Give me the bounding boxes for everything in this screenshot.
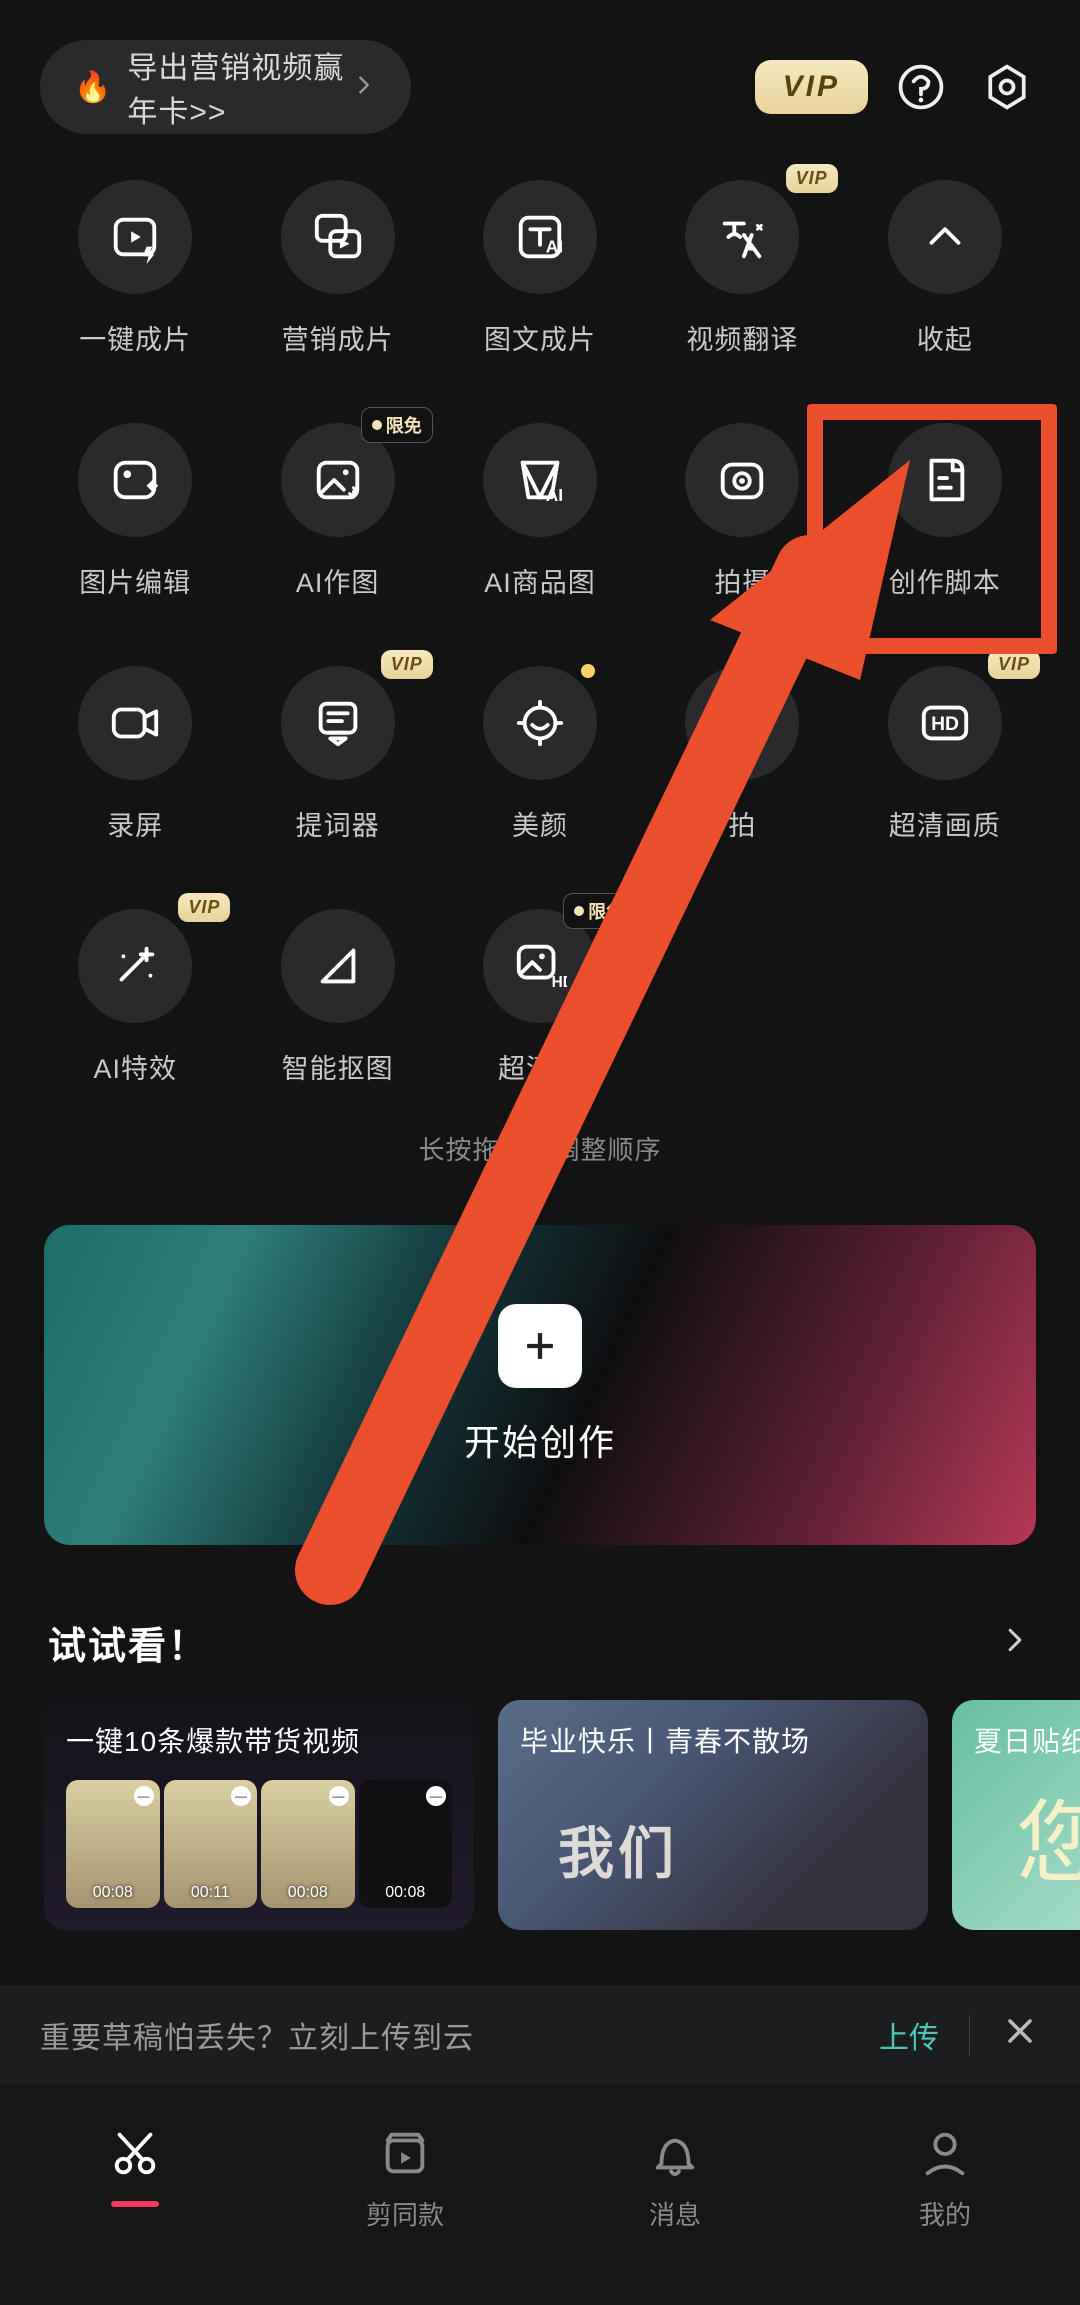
card-title: 一键10条爆款带货视频 (66, 1720, 452, 1760)
thumb: —00:08 (261, 1780, 355, 1908)
beauty-icon (483, 666, 597, 780)
tool-wand[interactable]: VIP AI特效 (34, 903, 236, 1086)
chevron-right-icon (351, 72, 377, 103)
try-more-button[interactable] (998, 1623, 1032, 1662)
image-edit-icon (78, 423, 192, 537)
thumbs: —00:08—00:11—00:08—00:08 (66, 1780, 452, 1908)
nav-label: 消息 (649, 2195, 701, 2232)
tool-label: 超清画质 (889, 804, 1001, 843)
try-card-2[interactable]: 夏日贴纸 (952, 1700, 1080, 1930)
vip-badge[interactable]: VIP (755, 60, 868, 114)
cutout-icon (281, 909, 395, 1023)
fire-icon: 🔥 (74, 70, 111, 105)
translate-icon (685, 180, 799, 294)
tool-label: 拍 (728, 804, 756, 843)
card-title: 毕业快乐丨青春不散场 (520, 1720, 906, 1760)
vip-tag: VIP (178, 893, 230, 922)
face-icon (685, 666, 799, 780)
tool-label: 超清图 (498, 1047, 582, 1086)
divider (969, 2015, 970, 2055)
chevron-up-icon (888, 180, 1002, 294)
text-ai-icon (483, 180, 597, 294)
camera-icon (685, 423, 799, 537)
tool-label: 拍摄 (714, 561, 770, 600)
promo-pill[interactable]: 🔥 导出营销视频赢年卡>> (40, 40, 411, 134)
tool-camera[interactable]: 拍摄 (641, 417, 843, 600)
copy-play-icon (281, 180, 395, 294)
tool-image-hd[interactable]: 限免 超清图 (439, 903, 641, 1086)
play-lightning-icon (78, 180, 192, 294)
tool-label: 提词器 (296, 804, 380, 843)
tool-image-spark[interactable]: 限免 AI作图 (236, 417, 438, 600)
tool-beauty[interactable]: 美颜 (439, 660, 641, 843)
banner-text: 重要草稿怕丢失？立刻上传到云 (40, 2013, 474, 2057)
vip-tag: VIP (786, 164, 838, 193)
vip-tag: VIP (381, 650, 433, 679)
tool-label: 录屏 (107, 804, 163, 843)
upload-button[interactable]: 上传 (879, 2013, 939, 2057)
nav-label: 我的 (919, 2195, 971, 2232)
tool-label: 智能抠图 (282, 1047, 394, 1086)
tool-label: AI商品图 (484, 561, 596, 600)
tool-label: 图片编辑 (79, 561, 191, 600)
script-icon (888, 423, 1002, 537)
shop-ai-icon (483, 423, 597, 537)
thumb: —00:11 (164, 1780, 258, 1908)
profile-icon (918, 2127, 972, 2181)
settings-button[interactable] (974, 54, 1040, 120)
tool-teleprompter[interactable]: VIP 提词器 (236, 660, 438, 843)
try-title: 试试看！ (48, 1615, 208, 1670)
teleprompter-icon (281, 666, 395, 780)
tool-label: AI特效 (93, 1047, 177, 1086)
tool-script[interactable]: 创作脚本 (844, 417, 1046, 600)
try-card-1[interactable]: 毕业快乐丨青春不散场 (498, 1700, 928, 1930)
tool-label: 创作脚本 (889, 561, 1001, 600)
tool-label: 视频翻译 (686, 318, 798, 357)
tool-face[interactable]: 拍 (641, 660, 843, 843)
start-create-card[interactable]: 开始创作 (44, 1225, 1036, 1545)
nav-template[interactable]: 剪同款 (270, 2085, 540, 2305)
vip-tag: VIP (988, 650, 1040, 679)
notification-dot (581, 664, 595, 678)
template-icon (378, 2127, 432, 2181)
close-banner-button[interactable] (1000, 2011, 1040, 2059)
upload-banner: 重要草稿怕丢失？立刻上传到云 上传 (0, 1985, 1080, 2085)
tool-translate[interactable]: VIP 视频翻译 (641, 174, 843, 357)
tool-image-edit[interactable]: 图片编辑 (34, 417, 236, 600)
tool-label: 营销成片 (282, 318, 394, 357)
wand-icon (78, 909, 192, 1023)
nav-bell[interactable]: 消息 (540, 2085, 810, 2305)
tool-copy-play[interactable]: 营销成片 (236, 174, 438, 357)
nav-profile[interactable]: 我的 (810, 2085, 1080, 2305)
nav-cut[interactable] (0, 2085, 270, 2305)
bell-icon (648, 2127, 702, 2181)
tool-text-ai[interactable]: 图文成片 (439, 174, 641, 357)
thumb: —00:08 (66, 1780, 160, 1908)
cut-icon (108, 2127, 162, 2181)
try-card-0[interactable]: 一键10条爆款带货视频—00:08—00:11—00:08—00:08 (44, 1700, 474, 1930)
tool-record[interactable]: 录屏 (34, 660, 236, 843)
start-create-label: 开始创作 (464, 1414, 616, 1466)
tool-shop-ai[interactable]: AI商品图 (439, 417, 641, 600)
tool-cutout[interactable]: 智能抠图 (236, 903, 438, 1086)
nav-label: 剪同款 (366, 2195, 444, 2232)
tool-label: AI作图 (296, 561, 380, 600)
free-tag: 限免 (361, 407, 433, 443)
free-tag: 限免 (563, 893, 635, 929)
tool-play-lightning[interactable]: 一键成片 (34, 174, 236, 357)
tool-label: 图文成片 (484, 318, 596, 357)
tool-label: 收起 (917, 318, 973, 357)
card-title: 夏日贴纸 (974, 1720, 1080, 1760)
tool-label: 一键成片 (79, 318, 191, 357)
tool-chevron-up[interactable]: 收起 (844, 174, 1046, 357)
hd-icon (888, 666, 1002, 780)
record-icon (78, 666, 192, 780)
tool-hd[interactable]: VIP 超清画质 (844, 660, 1046, 843)
help-button[interactable] (888, 54, 954, 120)
thumb: —00:08 (359, 1780, 453, 1908)
plus-icon (498, 1304, 582, 1388)
promo-text: 导出营销视频赢年卡>> (127, 43, 351, 131)
tool-label: 美颜 (512, 804, 568, 843)
drag-hint: 长按拖动可调整顺序 (0, 1130, 1080, 1167)
